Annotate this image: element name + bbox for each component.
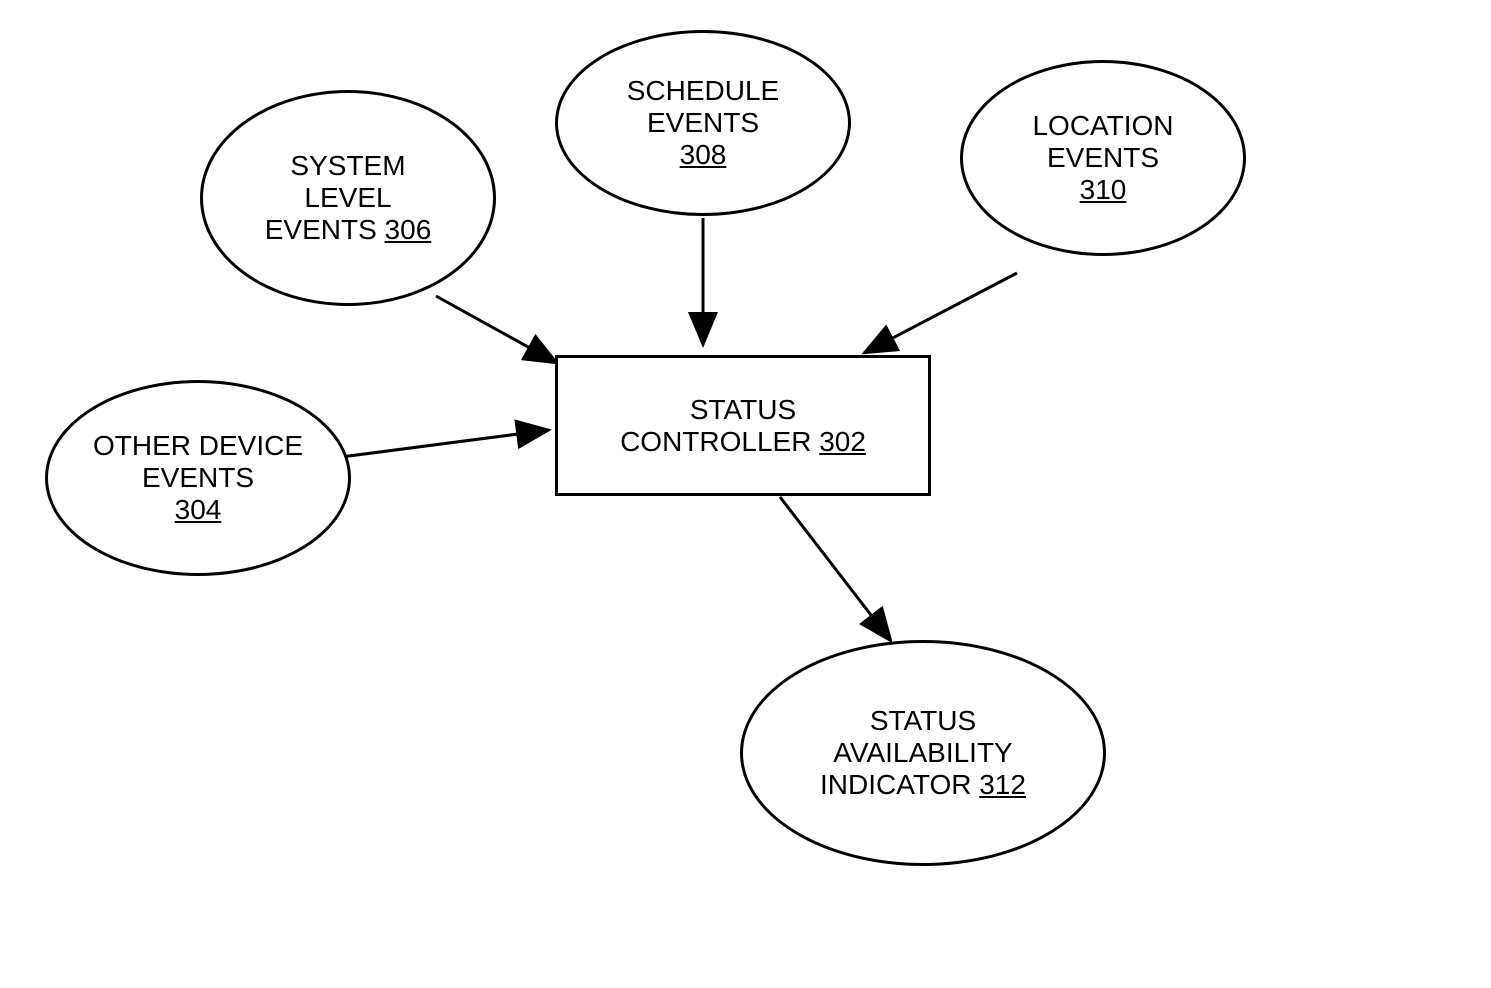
label-line: SCHEDULE [627, 75, 779, 107]
label-line-with-ref: EVENTS 306 [265, 214, 432, 246]
label-line: STATUS [870, 705, 976, 737]
label-line: STATUS [690, 394, 796, 426]
label-line: EVENTS [647, 107, 759, 139]
label-line: SYSTEM [290, 150, 405, 182]
node-status-availability-indicator: STATUS AVAILABILITY INDICATOR 312 [740, 640, 1106, 866]
node-status-controller: STATUS CONTROLLER 302 [555, 355, 931, 496]
node-other-device-events: OTHER DEVICE EVENTS 304 [45, 380, 351, 576]
label-line: EVENTS [142, 462, 254, 494]
node-location-events: LOCATION EVENTS 310 [960, 60, 1246, 256]
label-line: EVENTS [1047, 142, 1159, 174]
label-line: LEVEL [304, 182, 391, 214]
label-line: LOCATION [1032, 110, 1173, 142]
label-line-with-ref: INDICATOR 312 [820, 769, 1026, 801]
label-ref: 308 [680, 139, 727, 171]
label-line-with-ref: CONTROLLER 302 [620, 426, 866, 458]
label-line: OTHER DEVICE [93, 430, 303, 462]
label-ref: 304 [175, 494, 222, 526]
label-line: AVAILABILITY [833, 737, 1012, 769]
node-schedule-events: SCHEDULE EVENTS 308 [555, 30, 851, 216]
label-ref: 310 [1080, 174, 1127, 206]
node-system-level-events: SYSTEM LEVEL EVENTS 306 [200, 90, 496, 306]
